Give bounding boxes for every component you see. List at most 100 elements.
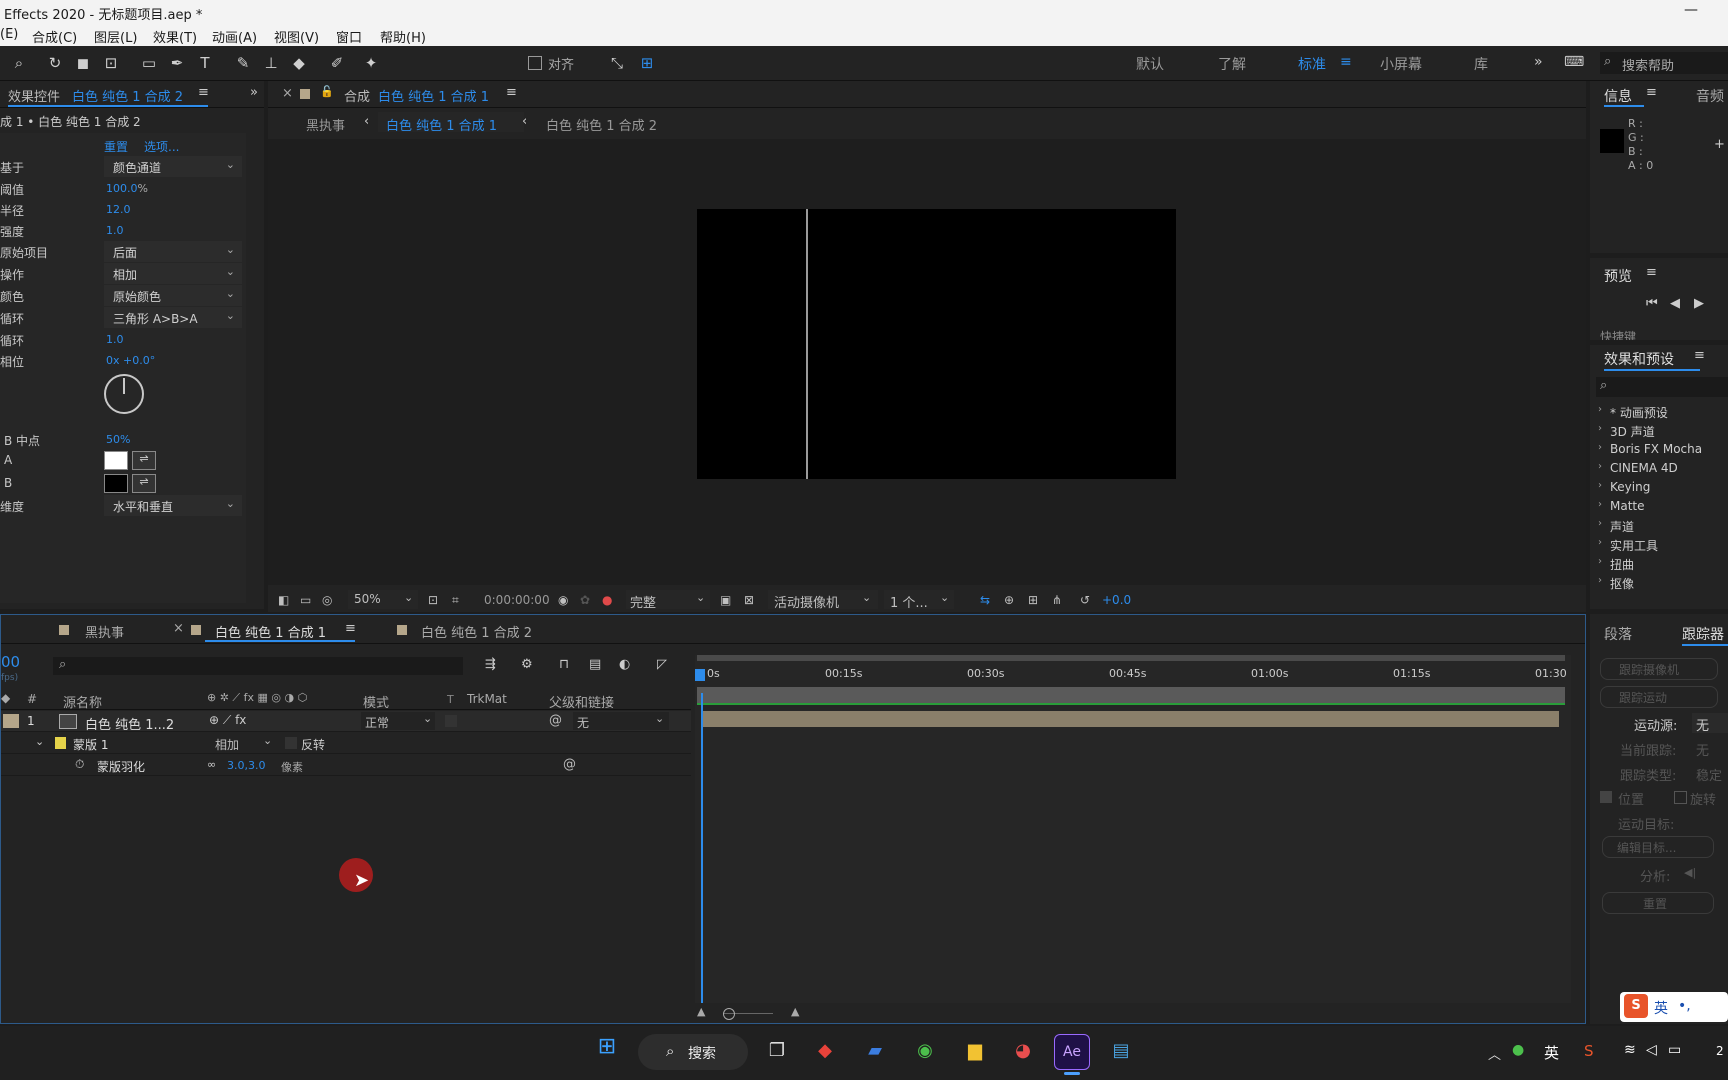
playhead-line[interactable] <box>701 693 703 1023</box>
mask-row[interactable]: ⌄ 蒙版 1 相加 ⌄ 反转 <box>1 733 691 754</box>
mode-dropdown[interactable]: 正常 ⌄ <box>361 712 435 730</box>
stopwatch-icon[interactable]: ⏱ <box>75 757 84 772</box>
timeline-icon[interactable]: ⋔ <box>1052 593 1062 607</box>
audio-tab[interactable]: 音频 <box>1696 86 1724 106</box>
effect-controls-tab-comp[interactable]: 白色 纯色 1 合成 2 <box>72 86 183 105</box>
wifi-icon[interactable]: ≋ <box>1624 1042 1636 1058</box>
ime-language-indicator[interactable]: 英 <box>1544 1042 1559 1063</box>
fx-item[interactable]: › 抠像 <box>1590 573 1728 592</box>
app-diamond-icon[interactable]: ◆ <box>808 1034 842 1068</box>
value-number[interactable]: 0x +0.0 <box>106 354 150 367</box>
ime-toolbar[interactable]: S 英 •, <box>1620 992 1728 1022</box>
effect-options-link[interactable]: 选项... <box>144 138 179 155</box>
constrain-link-icon[interactable]: ∞ <box>207 758 216 771</box>
after-effects-icon[interactable]: Ae <box>1054 1034 1090 1070</box>
effects-presets-tab[interactable]: 效果和预设 <box>1604 349 1674 369</box>
task-view-icon[interactable]: ❐ <box>760 1034 794 1068</box>
panel-menu-icon[interactable]: ≡ <box>1646 265 1657 280</box>
mask-name[interactable]: 蒙版 1 <box>73 736 108 753</box>
dimensions-dropdown[interactable]: 水平和垂直 ⌄ <box>104 495 242 516</box>
zoom-dropdown[interactable]: 50% ⌄ <box>348 590 418 609</box>
layer-name[interactable]: 白色 纯色 1...2 <box>85 714 174 733</box>
brush-tool-icon[interactable]: ✎ <box>232 52 254 74</box>
mask-color-swatch[interactable] <box>55 737 66 749</box>
app-cube-icon[interactable]: ▰ <box>858 1034 892 1068</box>
comp-canvas[interactable] <box>697 209 1176 479</box>
tray-chevron-up-icon[interactable]: ︿ <box>1488 1044 1501 1063</box>
comp-flowchart-icon[interactable]: ⇶ <box>485 657 496 672</box>
menu-composition[interactable]: 合成(C) <box>32 27 77 46</box>
layer-row[interactable]: 1 白色 纯色 1...2 ⊕ ⟋ fx 正常 ⌄ @ 无 ⌄ <box>1 711 691 733</box>
value-number[interactable]: 100.0 <box>106 182 138 195</box>
track-motion-button[interactable]: 跟踪运动 <box>1600 686 1718 708</box>
align-checkbox[interactable] <box>528 56 542 70</box>
transparency-grid-icon[interactable]: ⊠ <box>744 593 754 607</box>
tray-app-icon[interactable]: ● <box>1512 1042 1524 1058</box>
menu-help[interactable]: 帮助(H) <box>380 27 426 46</box>
camera-dropdown[interactable]: 活动摄像机 ⌄ <box>768 590 878 611</box>
zoom-out-icon[interactable]: ▲ <box>697 1005 705 1018</box>
cycles-value[interactable]: 1.0 <box>106 333 124 346</box>
layer-duration-bar[interactable] <box>701 711 1559 727</box>
panel-menu-icon[interactable]: ≡ <box>345 621 356 636</box>
rotation-checkbox[interactable] <box>1674 791 1687 804</box>
layer-label-color[interactable] <box>3 714 19 728</box>
viewer-timecode[interactable]: 0:00:00:00 <box>484 593 550 607</box>
menu-effect[interactable]: 效果(T) <box>153 27 197 46</box>
work-area-bar[interactable] <box>697 655 1565 661</box>
fx-item[interactable]: › CINEMA 4D <box>1590 459 1728 478</box>
position-checkbox[interactable] <box>1600 791 1612 803</box>
effect-controls-tab-label[interactable]: 效果控件 <box>8 86 60 105</box>
volume-icon[interactable]: ◁ <box>1646 1042 1657 1058</box>
eyedropper-icon[interactable]: ⇌ <box>132 474 156 493</box>
workspace-libraries[interactable]: 库 <box>1474 54 1488 74</box>
fx-item[interactable]: › 实用工具 <box>1590 535 1728 554</box>
more-workspaces-icon[interactable]: » <box>1534 54 1543 70</box>
fx-item[interactable]: › Boris FX Mocha <box>1590 440 1728 459</box>
clone-stamp-tool-icon[interactable]: ⊥ <box>260 52 282 74</box>
intensity-value[interactable]: 1.0 <box>106 224 124 237</box>
reset-exposure-icon[interactable]: ↺ <box>1080 593 1090 607</box>
mask-invert-checkbox[interactable] <box>285 737 297 749</box>
preserve-transparency-toggle[interactable] <box>445 715 457 727</box>
exposure-value[interactable]: +0.0 <box>1102 593 1131 607</box>
tracker-reset-button[interactable]: 重置 <box>1602 892 1714 914</box>
comp-duration-bar[interactable] <box>697 687 1565 703</box>
playhead-handle[interactable] <box>695 669 705 681</box>
workspace-small-screen[interactable]: 小屏幕 <box>1380 54 1422 74</box>
b-midpoint-value[interactable]: 50% <box>106 433 130 446</box>
timeline-graph-area[interactable]: 0s 00:15s 00:30s 00:45s 01:00s 01:15s 01… <box>695 655 1571 1023</box>
workspace-learn[interactable]: 了解 <box>1218 54 1246 74</box>
render-icon[interactable]: ⊕ <box>1004 593 1014 607</box>
panel-menu-icon[interactable]: ≡ <box>1694 348 1705 363</box>
color-a-swatch[interactable] <box>104 451 128 470</box>
search-help-field[interactable]: ⌕ 搜索帮助 <box>1600 52 1728 74</box>
color-dropdown[interactable]: 原始颜色 ⌄ <box>104 285 242 306</box>
snap-toggle-icon[interactable]: ⊞ <box>636 52 658 74</box>
snap-icon[interactable]: ⤡ <box>606 52 628 74</box>
timeline-tab-heizhishi[interactable]: 黑执事 <box>85 622 124 641</box>
zoom-tool-icon[interactable]: ⌕ <box>8 52 30 74</box>
threshold-value[interactable]: 100.0% <box>106 182 148 195</box>
app-green-browser-icon[interactable]: ◉ <box>908 1034 942 1068</box>
motion-source-dropdown[interactable]: 无 <box>1692 713 1728 734</box>
pen-tool-icon[interactable]: ✒ <box>166 52 188 74</box>
analyze-back-icon[interactable]: ◀| <box>1684 866 1696 879</box>
pick-whip-icon[interactable]: @ <box>563 757 576 772</box>
phase-value[interactable]: 0x +0.0° <box>106 354 155 367</box>
menu-animation[interactable]: 动画(A) <box>212 27 257 46</box>
crumb-heizhishi[interactable]: 黑执事 <box>306 115 345 134</box>
clock[interactable]: 2 <box>1716 1044 1724 1058</box>
effect-reset-link[interactable]: 重置 <box>104 138 128 155</box>
fx-item[interactable]: › * 动画预设 <box>1590 402 1728 421</box>
monitor-icon[interactable]: ▭ <box>300 593 311 607</box>
info-tab[interactable]: 信息 <box>1604 86 1632 106</box>
shy-layers-icon[interactable]: ⊓ <box>559 657 569 672</box>
mask-mode-dropdown[interactable]: 相加 ⌄ <box>209 734 277 752</box>
toggle-pixel-aspect-icon[interactable]: ⇆ <box>980 593 990 607</box>
close-tab-icon[interactable]: × <box>282 86 293 101</box>
prev-frame-icon[interactable]: ◀ <box>1670 296 1680 311</box>
puppet-pin-tool-icon[interactable]: ✦ <box>360 52 382 74</box>
fx-item[interactable]: › Matte <box>1590 497 1728 516</box>
sogou-tray-icon[interactable]: S <box>1584 1042 1594 1060</box>
